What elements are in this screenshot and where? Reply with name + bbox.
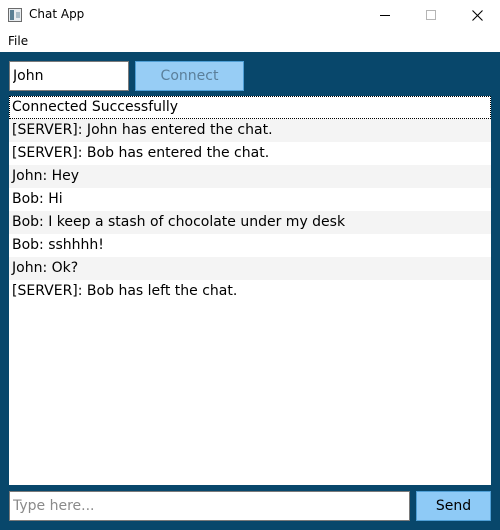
chat-message[interactable]: [SERVER]: John has entered the chat. — [9, 119, 491, 142]
chat-message-list[interactable]: Connected Successfully [SERVER]: John ha… — [9, 96, 491, 485]
chat-message[interactable]: [SERVER]: Bob has left the chat. — [9, 280, 491, 303]
message-input[interactable] — [9, 491, 410, 521]
close-button[interactable] — [454, 0, 500, 30]
main-panel: Connect Connected Successfully [SERVER]:… — [0, 52, 500, 530]
chat-message[interactable]: John: Hey — [9, 165, 491, 188]
window-title: Chat App — [29, 7, 85, 21]
chat-message[interactable]: [SERVER]: Bob has entered the chat. — [9, 142, 491, 165]
title-bar: Chat App — [0, 0, 500, 30]
maximize-button — [408, 0, 454, 30]
minimize-icon — [380, 14, 390, 16]
close-icon — [471, 9, 483, 21]
send-button[interactable]: Send — [416, 491, 491, 521]
minimize-button[interactable] — [362, 0, 408, 30]
chat-app-icon — [8, 8, 22, 22]
menu-file[interactable]: File — [8, 34, 28, 48]
maximize-icon — [426, 10, 436, 20]
username-input[interactable] — [9, 61, 129, 91]
menu-bar: File — [0, 30, 500, 52]
connect-button[interactable]: Connect — [135, 61, 244, 91]
chat-message[interactable]: Bob: I keep a stash of chocolate under m… — [9, 211, 491, 234]
chat-message[interactable]: John: Ok? — [9, 257, 491, 280]
chat-message[interactable]: Bob: sshhhh! — [9, 234, 491, 257]
chat-message[interactable]: Bob: Hi — [9, 188, 491, 211]
chat-message[interactable]: Connected Successfully — [9, 96, 491, 119]
